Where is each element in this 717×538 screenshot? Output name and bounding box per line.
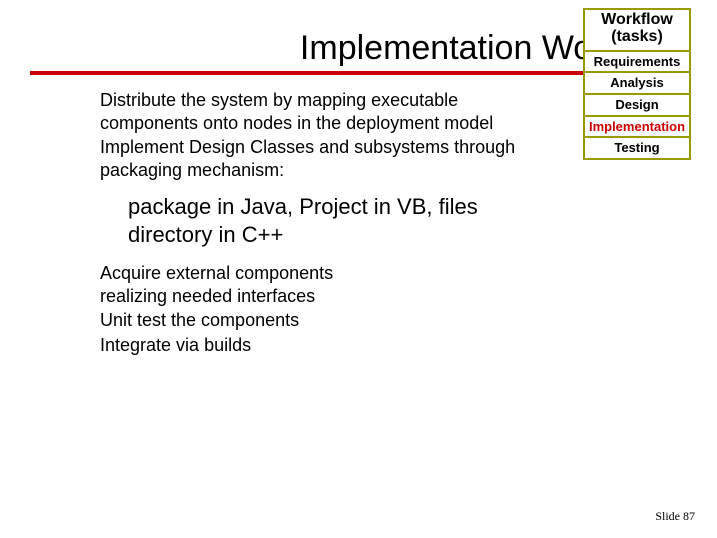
sub-bullet-packaging: package in Java, Project in VB, files di… — [128, 193, 537, 248]
slide-footer: Slide 87 — [655, 509, 695, 524]
workflow-tasks-box: Workflow (tasks) Requirements Analysis D… — [583, 8, 691, 160]
bullet-acquire: Acquire external components realizing ne… — [100, 262, 337, 307]
workflow-item-analysis: Analysis — [585, 73, 689, 95]
workflow-item-implementation: Implementation — [585, 117, 689, 139]
bullet-distribute: Distribute the system by mapping executa… — [100, 89, 537, 134]
slide: Implementation Workflow Workflow (tasks)… — [0, 0, 717, 538]
workflow-item-design: Design — [585, 95, 689, 117]
bullet-unit-test: Unit test the components — [100, 309, 337, 332]
workflow-box-header: Workflow (tasks) — [585, 10, 689, 52]
workflow-item-testing: Testing — [585, 138, 689, 158]
bullet-integrate: Integrate via builds — [100, 334, 337, 357]
lower-bullets: Acquire external components realizing ne… — [100, 262, 537, 356]
footer-label: Slide — [655, 509, 680, 523]
footer-page-number: 87 — [683, 509, 695, 523]
bullet-implement-design: Implement Design Classes and subsystems … — [100, 136, 537, 181]
workflow-item-requirements: Requirements — [585, 52, 689, 74]
